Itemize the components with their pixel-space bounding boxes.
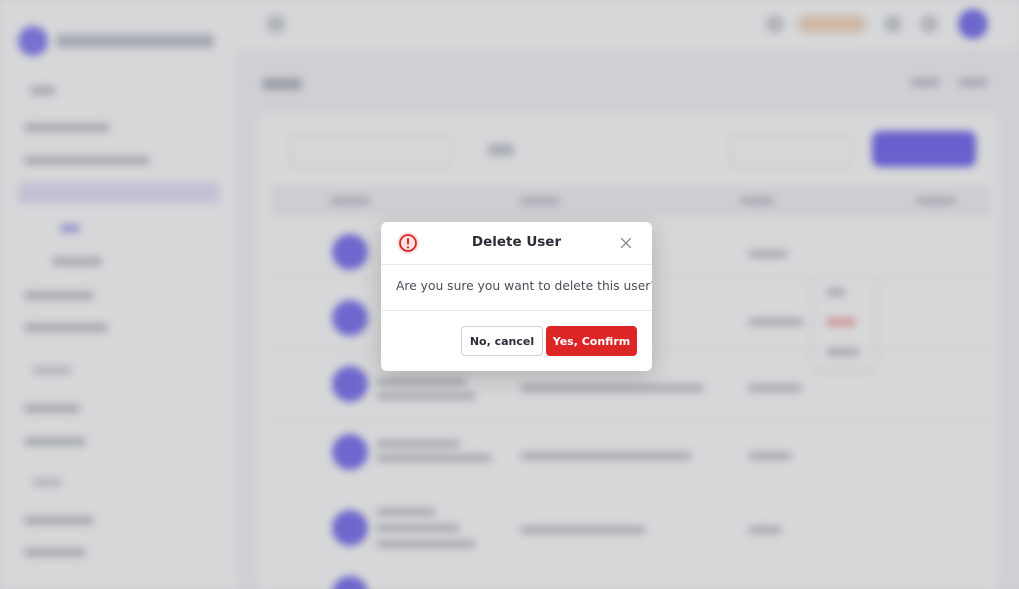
confirm-button[interactable]: Yes, Confirm: [546, 326, 637, 356]
cancel-button[interactable]: No, cancel: [461, 326, 543, 356]
dialog-header: Delete User: [381, 222, 652, 265]
dialog-title: Delete User: [471, 234, 562, 250]
close-icon[interactable]: [617, 234, 635, 252]
delete-user-dialog: Delete User Are you sure you want to del…: [381, 222, 652, 371]
dialog-body: Are you sure you want to delete this use…: [381, 265, 652, 311]
dialog-message: Are you sure you want to delete this use…: [396, 279, 652, 293]
